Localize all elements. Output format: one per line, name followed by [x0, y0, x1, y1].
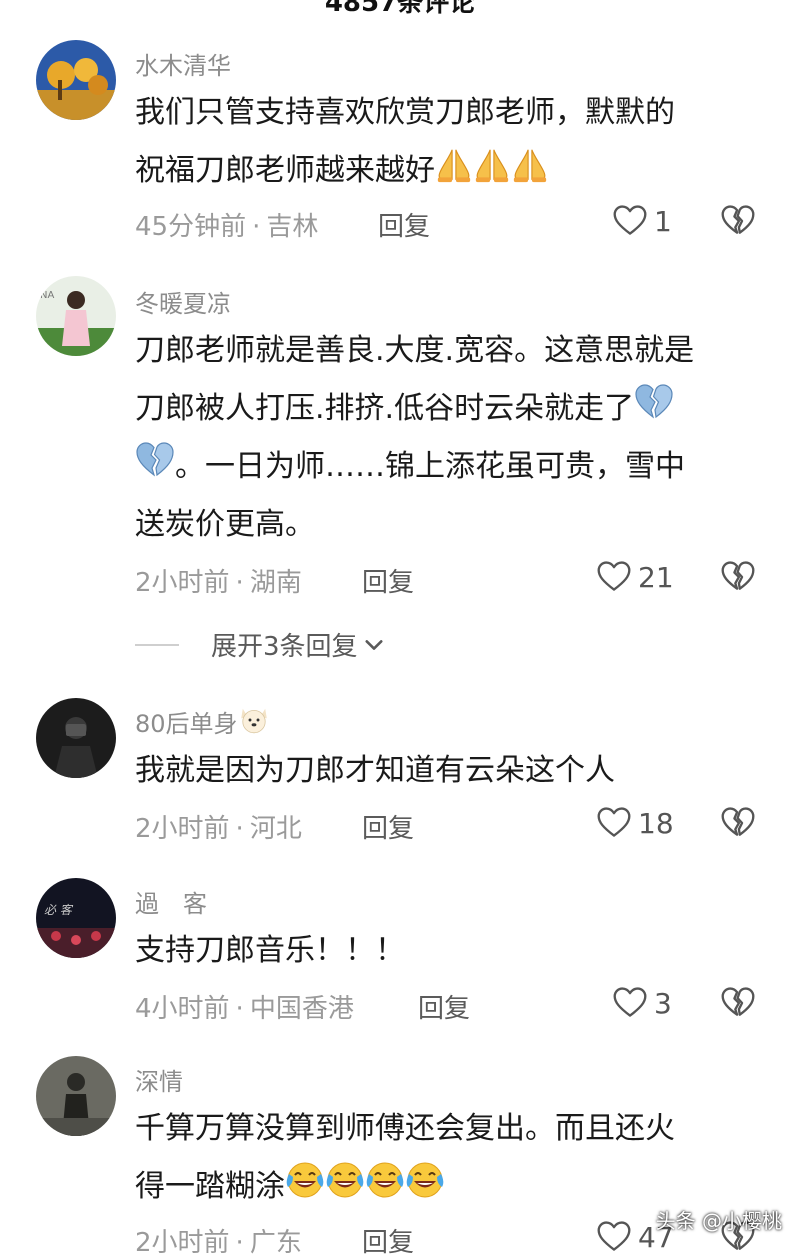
reply-button[interactable]: 回复 — [418, 988, 470, 1025]
username[interactable]: 深情 — [135, 1062, 183, 1097]
comment-line: 送炭价更高。 — [135, 507, 315, 542]
heart-outline-icon — [596, 805, 632, 841]
like-count: 3 — [654, 986, 672, 1020]
comment-time: 45分钟前 — [135, 212, 247, 242]
username[interactable]: 80后单身 — [135, 704, 270, 739]
comment-time: 4小时前 — [135, 994, 230, 1024]
expand-label: 展开3条回复 — [211, 632, 358, 662]
broken-heart-icon — [720, 559, 756, 595]
comment-line: 我们只管支持喜欢欣赏刀郎老师，默默的 — [135, 95, 675, 130]
avatar-image — [36, 1056, 116, 1136]
tears-of-joy-emoji — [365, 1160, 405, 1200]
svg-text:必 客: 必 客 — [44, 903, 74, 917]
folded-hands-emoji — [473, 146, 511, 184]
avatar-image: 必 客 — [36, 878, 116, 958]
dislike-button[interactable] — [720, 985, 756, 1021]
tears-of-joy-emoji — [405, 1160, 445, 1200]
reply-button[interactable]: 回复 — [362, 808, 414, 845]
tears-of-joy-emoji — [285, 1160, 325, 1200]
comment-time: 2小时前 — [135, 568, 230, 598]
username[interactable]: 水木清华 — [135, 46, 231, 81]
heart-outline-icon — [612, 203, 648, 239]
username[interactable]: 過 客 — [135, 884, 207, 919]
dislike-button[interactable] — [720, 805, 756, 841]
reply-button[interactable]: 回复 — [362, 562, 414, 599]
comment-text: 千算万算没算到师傅还会复出。而且还火 得一踏糊涂 — [135, 1100, 755, 1216]
comment-meta: 2小时前 · 河北 — [135, 808, 302, 845]
reply-button[interactable]: 回复 — [378, 206, 430, 243]
avatar[interactable]: 必 客 — [36, 878, 116, 958]
comment-location: 河北 — [249, 814, 302, 844]
avatar-image — [36, 40, 116, 120]
comment-line: 支持刀郎音乐！！！ — [135, 933, 405, 968]
like-count: 21 — [638, 560, 674, 594]
folded-hands-emoji — [511, 146, 549, 184]
dislike-button[interactable] — [720, 203, 756, 239]
comment-meta: 2小时前 · 湖南 — [135, 562, 302, 599]
comment-text: 刀郎老师就是善良.大度.宽容。这意思就是 刀郎被人打压.排挤.低谷时云朵就走了 … — [135, 322, 755, 554]
comment-location: 湖南 — [249, 568, 302, 598]
comment-line: 刀郎老师就是善良.大度.宽容。这意思就是 — [135, 333, 695, 368]
avatar-image: NA — [36, 276, 116, 356]
like-button[interactable]: 1 — [612, 203, 672, 239]
avatar[interactable] — [36, 40, 116, 120]
comment-meta: 45分钟前 · 吉林 — [135, 206, 318, 243]
meta-separator: · — [235, 568, 244, 598]
folded-hands-emoji — [435, 146, 473, 184]
heart-outline-icon — [596, 1219, 632, 1255]
comment-text: 支持刀郎音乐！！！ — [135, 922, 755, 980]
dog-face-emoji — [238, 704, 270, 736]
comment-line: 祝福刀郎老师越来越好 — [135, 142, 755, 200]
username-text: 80后单身 — [135, 710, 238, 738]
comment-location: 中国香港 — [249, 994, 354, 1024]
broken-heart-icon — [720, 985, 756, 1021]
comment-line-text: 得一踏糊涂 — [135, 1169, 285, 1204]
meta-separator: · — [235, 1228, 244, 1258]
comment-text: 我就是因为刀郎才知道有云朵这个人 — [135, 742, 755, 800]
avatar[interactable] — [36, 698, 116, 778]
username[interactable]: 冬暖夏凉 — [135, 284, 231, 319]
tears-of-joy-emoji — [325, 1160, 365, 1200]
reply-button[interactable]: 回复 — [362, 1222, 414, 1259]
avatar[interactable]: NA — [36, 276, 116, 356]
like-button[interactable]: 21 — [596, 559, 674, 595]
like-button[interactable]: 3 — [612, 985, 672, 1021]
like-count: 1 — [654, 204, 672, 238]
comment-line: 我就是因为刀郎才知道有云朵这个人 — [135, 753, 615, 788]
comment-line-text: 祝福刀郎老师越来越好 — [135, 153, 435, 188]
expand-replies-button[interactable]: 展开3条回复 — [135, 626, 386, 663]
comment-location: 吉林 — [266, 212, 319, 242]
dislike-button[interactable] — [720, 559, 756, 595]
meta-separator: · — [252, 212, 261, 242]
broken-heart-icon — [720, 203, 756, 239]
comment-line: 刀郎被人打压.排挤.低谷时云朵就走了 — [135, 380, 755, 438]
like-count: 18 — [638, 806, 674, 840]
comment-text: 我们只管支持喜欢欣赏刀郎老师，默默的 祝福刀郎老师越来越好 — [135, 84, 755, 200]
heart-outline-icon — [612, 985, 648, 1021]
like-button[interactable]: 18 — [596, 805, 674, 841]
chevron-down-icon — [362, 633, 386, 657]
comment-line-text: 。一日为师……锦上添花虽可贵，雪中 — [175, 449, 685, 484]
comment-time: 2小时前 — [135, 1228, 230, 1258]
expand-divider — [135, 643, 179, 646]
meta-separator: · — [235, 814, 244, 844]
comment-meta: 4小时前 · 中国香港 — [135, 988, 354, 1025]
broken-heart-icon — [720, 805, 756, 841]
comment-line: 千算万算没算到师傅还会复出。而且还火 — [135, 1111, 675, 1146]
avatar[interactable] — [36, 1056, 116, 1136]
avatar-image — [36, 698, 116, 778]
watermark: 头条 @小樱桃 — [655, 1209, 782, 1233]
comment-count-title: 4857条评论 — [324, 0, 476, 18]
comment-time: 2小时前 — [135, 814, 230, 844]
svg-text:NA: NA — [40, 290, 54, 301]
meta-separator: · — [235, 994, 244, 1024]
comment-line-text: 刀郎被人打压.排挤.低谷时云朵就走了 — [135, 391, 635, 426]
heart-outline-icon — [596, 559, 632, 595]
comment-line: 。一日为师……锦上添花虽可贵，雪中 — [135, 438, 755, 496]
comment-location: 广东 — [249, 1228, 302, 1258]
blue-broken-heart-emoji — [634, 382, 674, 422]
comment-meta: 2小时前 · 广东 — [135, 1222, 302, 1259]
blue-broken-heart-emoji — [135, 440, 175, 480]
